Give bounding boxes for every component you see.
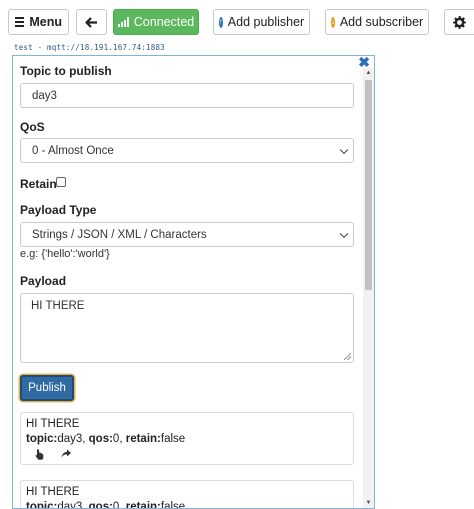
payload-textarea-value: HI THERE xyxy=(31,300,85,312)
chevron-down-icon xyxy=(339,145,349,154)
gear-icon xyxy=(453,15,466,29)
retain-label: Retain xyxy=(20,177,57,191)
publisher-panel: ✖ ▲ ▼ Topic to publish day3 QoS 0 - Almo… xyxy=(12,55,375,509)
arrow-left-icon xyxy=(85,16,97,28)
back-button[interactable] xyxy=(76,9,107,35)
menu-button[interactable]: Menu xyxy=(8,9,69,35)
connection-label: test - mqtt://18.191.167.74:1883 xyxy=(14,43,165,52)
toolbar: Menu Connected ↑ Add publisher ↓ Add sub… xyxy=(0,0,474,44)
payload-type-select[interactable]: Strings / JSON / XML / Characters xyxy=(20,222,354,247)
topic-label: Topic to publish xyxy=(20,64,112,78)
message-meta: topic:day3, qos:0, retain:false xyxy=(26,501,186,509)
circle-arrow-up-icon: ↑ xyxy=(218,16,223,28)
connected-button[interactable]: Connected xyxy=(113,9,199,35)
payload-hint: e.g: {'hello':'world'} xyxy=(20,248,110,260)
payload-type-value: Strings / JSON / XML / Characters xyxy=(32,228,207,241)
payload-label: Payload xyxy=(20,274,67,288)
add-subscriber-label: Add subscriber xyxy=(339,15,424,29)
connected-label: Connected xyxy=(133,15,195,29)
message-payload: HI THERE xyxy=(26,418,80,430)
hamburger-icon xyxy=(15,15,25,29)
publish-button[interactable]: Publish xyxy=(20,375,74,401)
message-item: HI THERE topic:day3, qos:0, retain:false xyxy=(20,480,354,509)
resize-handle-icon[interactable] xyxy=(344,353,351,360)
hand-pointer-icon[interactable] xyxy=(34,448,46,460)
qos-select[interactable]: 0 - Almost Once xyxy=(20,138,354,163)
menu-label: Menu xyxy=(29,15,62,29)
message-item: HI THERE topic:day3, qos:0, retain:false xyxy=(20,412,354,465)
add-publisher-button[interactable]: ↑ Add publisher xyxy=(213,9,310,35)
message-meta: topic:day3, qos:0, retain:false xyxy=(26,433,186,445)
message-payload: HI THERE xyxy=(26,486,80,498)
message-actions xyxy=(26,448,348,460)
circle-arrow-down-icon: ↓ xyxy=(330,16,335,28)
scroll-thumb[interactable] xyxy=(365,80,372,290)
topic-input-value: day3 xyxy=(32,89,57,102)
share-arrow-icon[interactable] xyxy=(60,448,72,460)
close-icon[interactable]: ✖ xyxy=(358,56,370,69)
payload-textarea[interactable]: HI THERE xyxy=(20,293,354,363)
add-subscriber-button[interactable]: ↓ Add subscriber xyxy=(325,9,429,35)
chevron-down-icon xyxy=(339,229,349,238)
payload-type-label: Payload Type xyxy=(20,203,97,217)
retain-checkbox[interactable] xyxy=(56,177,66,187)
qos-label: QoS xyxy=(20,120,45,134)
scrollbar[interactable]: ▲ ▼ xyxy=(363,68,374,508)
qos-select-value: 0 - Almost Once xyxy=(32,144,114,157)
scroll-up-icon[interactable]: ▲ xyxy=(363,68,374,78)
settings-button[interactable] xyxy=(444,9,474,35)
topic-input[interactable]: day3 xyxy=(20,83,354,108)
scroll-down-icon[interactable]: ▼ xyxy=(363,498,374,508)
signal-icon xyxy=(117,17,129,27)
add-publisher-label: Add publisher xyxy=(227,15,305,29)
